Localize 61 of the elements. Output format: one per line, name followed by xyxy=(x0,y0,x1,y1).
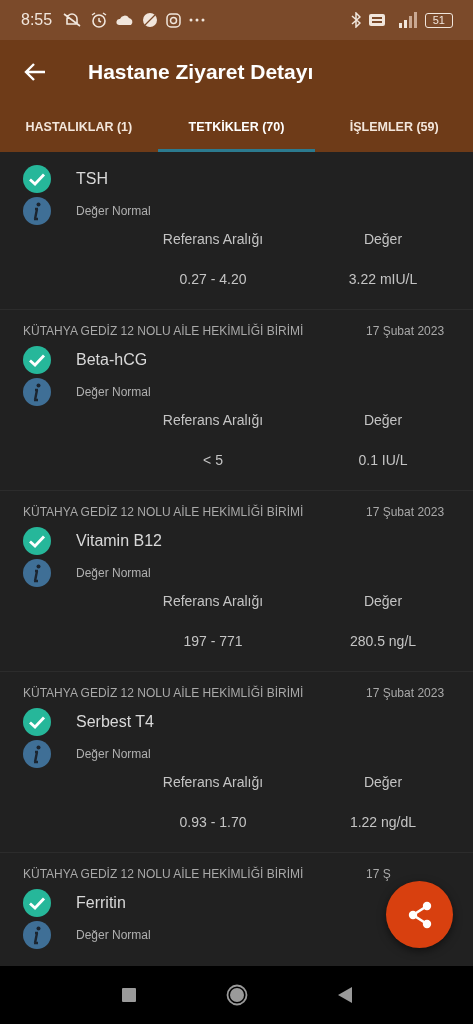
check-icon xyxy=(23,346,51,374)
check-icon xyxy=(23,527,51,555)
recents-icon[interactable] xyxy=(121,988,136,1002)
test-name: Beta-hCG xyxy=(76,351,148,369)
test-value: 280.5 ng/L xyxy=(349,633,417,649)
reference-range: < 5 xyxy=(203,452,223,468)
institution-name: KÜTAHYA GEDİZ 12 NOLU AİLE HEKİMLİĞİ BİRİMİ xyxy=(23,686,304,700)
back-arrow-icon xyxy=(24,62,46,82)
check-icon xyxy=(23,889,51,917)
status-time: 8:55 xyxy=(21,11,53,29)
info-icon xyxy=(23,740,51,768)
tab[interactable]: HASTALIKLAR (1) xyxy=(0,104,158,152)
info-icon xyxy=(23,559,51,587)
institution-name: KÜTAHYA GEDİZ 12 NOLU AİLE HEKİMLİĞİ BİRİMİ xyxy=(23,324,304,338)
more-icon xyxy=(189,18,206,22)
back-nav-icon[interactable] xyxy=(337,987,352,1003)
circle-app-icon xyxy=(142,12,159,28)
institution-name: KÜTAHYA GEDİZ 12 NOLU AİLE HEKİMLİĞİ BİRİMİ xyxy=(23,867,304,881)
status-text: Değer Normal xyxy=(76,928,151,942)
test-name: TSH xyxy=(76,170,108,188)
tab[interactable]: İŞLEMLER (59) xyxy=(315,104,473,152)
bluetooth-icon xyxy=(350,12,361,28)
test-name: Ferritin xyxy=(76,894,126,912)
value-label: Değer xyxy=(363,593,403,609)
reference-range: 0.93 - 1.70 xyxy=(179,814,247,830)
test-name: Vitamin B12 xyxy=(76,532,162,550)
value-label: Değer xyxy=(363,231,403,247)
screen-title: Hastane Ziyaret Detayı xyxy=(88,60,314,84)
status-text: Değer Normal xyxy=(76,204,151,218)
value-label: Değer xyxy=(363,774,403,790)
home-icon[interactable] xyxy=(225,984,248,1006)
range-label: Referans Aralığı xyxy=(162,412,264,428)
info-icon xyxy=(23,197,51,225)
range-label: Referans Aralığı xyxy=(162,774,264,790)
test-date: 17 Ş xyxy=(366,867,392,881)
institution-name: KÜTAHYA GEDİZ 12 NOLU AİLE HEKİMLİĞİ BİRİMİ xyxy=(23,505,304,519)
camera-app-icon xyxy=(166,12,182,28)
test-date: 17 Şubat 2023 xyxy=(366,505,446,519)
cloud-icon xyxy=(116,14,135,26)
test-name: Serbest T4 xyxy=(76,713,154,731)
range-label: Referans Aralığı xyxy=(162,593,264,609)
value-label: Değer xyxy=(363,412,403,428)
muted-bell-icon xyxy=(62,12,83,28)
status-text: Değer Normal xyxy=(76,566,151,580)
check-icon xyxy=(23,708,51,736)
info-icon xyxy=(23,921,51,949)
test-value: 3.22 mIU/L xyxy=(348,271,418,287)
range-label: Referans Aralığı xyxy=(162,231,264,247)
reference-range: 0.27 - 4.20 xyxy=(179,271,247,287)
test-date: 17 Şubat 2023 xyxy=(366,324,446,338)
alarm-clock-icon xyxy=(90,11,109,29)
check-icon xyxy=(23,165,51,193)
battery-indicator: 51 xyxy=(424,12,453,28)
reference-range: 197 - 771 xyxy=(183,633,243,649)
test-value: 0.1 IU/L xyxy=(358,452,408,468)
test-date: 17 Şubat 2023 xyxy=(366,686,446,700)
info-icon xyxy=(23,378,51,406)
tab[interactable]: TETKİKLER (70) xyxy=(157,104,316,152)
test-value: 1.22 ng/dL xyxy=(349,814,417,830)
status-text: Değer Normal xyxy=(76,385,151,399)
status-text: Değer Normal xyxy=(76,747,151,761)
